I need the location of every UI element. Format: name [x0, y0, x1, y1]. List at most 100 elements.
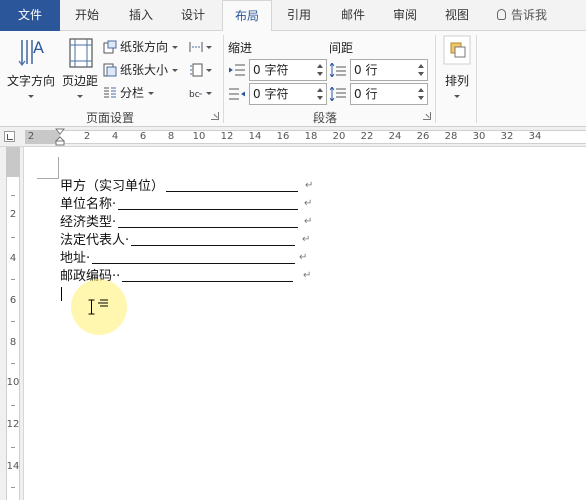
- document-line[interactable]: 地址·: [60, 249, 296, 267]
- ruler-number: 2: [83, 131, 91, 142]
- underline-field: [118, 213, 299, 228]
- ruler-tick: [11, 195, 15, 196]
- spin-up-icon[interactable]: [418, 88, 424, 92]
- spin-up-icon[interactable]: [418, 64, 424, 68]
- document-line[interactable]: 法定代表人·: [60, 231, 296, 249]
- spin-down-icon[interactable]: [317, 96, 323, 100]
- tab-selector-icon[interactable]: [4, 131, 15, 142]
- underline-field: [122, 267, 294, 282]
- ruler-number: 6: [9, 295, 17, 306]
- indent-left-input[interactable]: 0 字符: [249, 59, 327, 81]
- chevron-down-icon: [206, 46, 212, 49]
- tab-review[interactable]: 审阅: [382, 0, 428, 31]
- ruler-tick: [11, 279, 15, 280]
- spin-up-icon[interactable]: [317, 64, 323, 68]
- ruler-number: 24: [388, 131, 402, 142]
- ruler-number: 22: [360, 131, 374, 142]
- arrange-label: 排列: [444, 74, 469, 88]
- text-direction-label: 文字方向: [6, 74, 55, 88]
- svg-text:A: A: [33, 38, 44, 57]
- spacing-after-input[interactable]: 0 行: [350, 83, 428, 105]
- paragraph-mark-icon: ↵: [304, 216, 313, 227]
- hyphenation-button[interactable]: bc: [189, 83, 212, 103]
- ruler-number: 30: [472, 131, 486, 142]
- align-text-icon: [98, 297, 109, 307]
- tab-file[interactable]: 文件: [0, 0, 60, 31]
- line-label: 法定代表人·: [60, 233, 130, 248]
- line-numbers-button[interactable]: [189, 60, 212, 80]
- spacing-after-row: 0 行: [329, 83, 430, 105]
- arrange-button[interactable]: 排列: [441, 34, 473, 103]
- page-size-button[interactable]: 纸张大小: [103, 60, 178, 80]
- ruler-number: 8: [9, 337, 17, 348]
- chevron-down-icon: [206, 92, 212, 95]
- vertical-ruler[interactable]: 2 4 6 8 10 12 14: [0, 147, 24, 500]
- columns-label: 分栏: [120, 86, 145, 100]
- hyphenation-icon: bc: [189, 86, 203, 100]
- page-size-label: 纸张大小: [120, 63, 169, 77]
- corner-crop-mark: [58, 157, 59, 178]
- tab-references[interactable]: 引用: [276, 0, 322, 31]
- ruler-number: 20: [332, 131, 346, 142]
- document-line[interactable]: 甲方（实习单位）: [60, 177, 299, 195]
- indent-marker-icon[interactable]: [54, 128, 66, 146]
- chevron-down-icon: [77, 95, 83, 98]
- lightbulb-icon: [497, 9, 506, 20]
- corner-crop-mark: [37, 178, 59, 179]
- tab-home[interactable]: 开始: [64, 0, 110, 31]
- spacing-before-input[interactable]: 0 行: [350, 59, 428, 81]
- tell-me-box[interactable]: 告诉我: [497, 0, 547, 31]
- tell-me-label: 告诉我: [511, 8, 548, 22]
- orientation-button[interactable]: 纸张方向: [103, 37, 178, 57]
- ruler-number: 12: [6, 419, 20, 430]
- spacing-before-value: 0 行: [354, 63, 378, 77]
- ruler-number: 4: [9, 253, 17, 264]
- paragraph-group-label: 段落: [312, 111, 337, 125]
- horizontal-ruler[interactable]: 2 2 4 6 8 10 12 14 16 18 20 22 24 26 28 …: [0, 127, 586, 147]
- indent-heading: 缩进: [228, 41, 253, 55]
- spin-down-icon[interactable]: [418, 72, 424, 76]
- spin-down-icon[interactable]: [317, 72, 323, 76]
- group-separator: [476, 35, 477, 123]
- breaks-button[interactable]: [189, 37, 212, 57]
- margins-button[interactable]: 页边距: [60, 34, 100, 103]
- ribbon-tab-bar: 文件 开始 插入 设计 布局 引用 邮件 审阅 视图 告诉我: [0, 0, 586, 32]
- chevron-down-icon: [171, 69, 178, 72]
- columns-button[interactable]: 分栏: [103, 83, 154, 103]
- spin-down-icon[interactable]: [418, 96, 424, 100]
- tab-layout[interactable]: 布局: [222, 0, 272, 32]
- ruler-number: 4: [111, 131, 119, 142]
- ribbon: A 文字方向 页边距 纸张方向 纸张大小 分栏 bc 页面设置 缩进 间距 0 …: [0, 31, 586, 127]
- tab-mailings[interactable]: 邮件: [330, 0, 376, 31]
- underline-field: [166, 177, 299, 192]
- spin-up-icon[interactable]: [317, 88, 323, 92]
- ruler-number: 14: [248, 131, 262, 142]
- underline-field: [131, 231, 296, 246]
- columns-icon: [103, 86, 117, 100]
- underline-field: [118, 195, 299, 210]
- tab-design[interactable]: 设计: [170, 0, 216, 31]
- ruler-number: 34: [528, 131, 542, 142]
- document-line[interactable]: 单位名称·: [60, 195, 299, 213]
- spacing-after-icon: [329, 86, 346, 102]
- ruler-tick: [11, 447, 15, 448]
- ruler-tick: [11, 237, 15, 238]
- ruler-tick: [11, 487, 15, 488]
- spacing-heading: 间距: [329, 41, 354, 55]
- paragraph-mark-icon: ↵: [304, 198, 313, 209]
- paragraph-mark-icon: ↵: [302, 234, 311, 245]
- indent-right-input[interactable]: 0 字符: [249, 83, 327, 105]
- ruler-number: 18: [304, 131, 318, 142]
- text-direction-button[interactable]: A 文字方向: [4, 34, 58, 103]
- page-setup-dialog-launcher[interactable]: [211, 112, 219, 120]
- page-size-icon: [103, 63, 117, 77]
- ruler-tick: [11, 321, 15, 322]
- text-caret: [61, 287, 62, 301]
- paragraph-dialog-launcher[interactable]: [423, 112, 431, 120]
- document-line[interactable]: 经济类型·: [60, 213, 299, 231]
- tab-view[interactable]: 视图: [434, 0, 480, 31]
- group-separator: [435, 35, 436, 123]
- tab-insert[interactable]: 插入: [118, 0, 164, 31]
- ruler-number: 10: [6, 377, 20, 388]
- ruler-number: 26: [416, 131, 430, 142]
